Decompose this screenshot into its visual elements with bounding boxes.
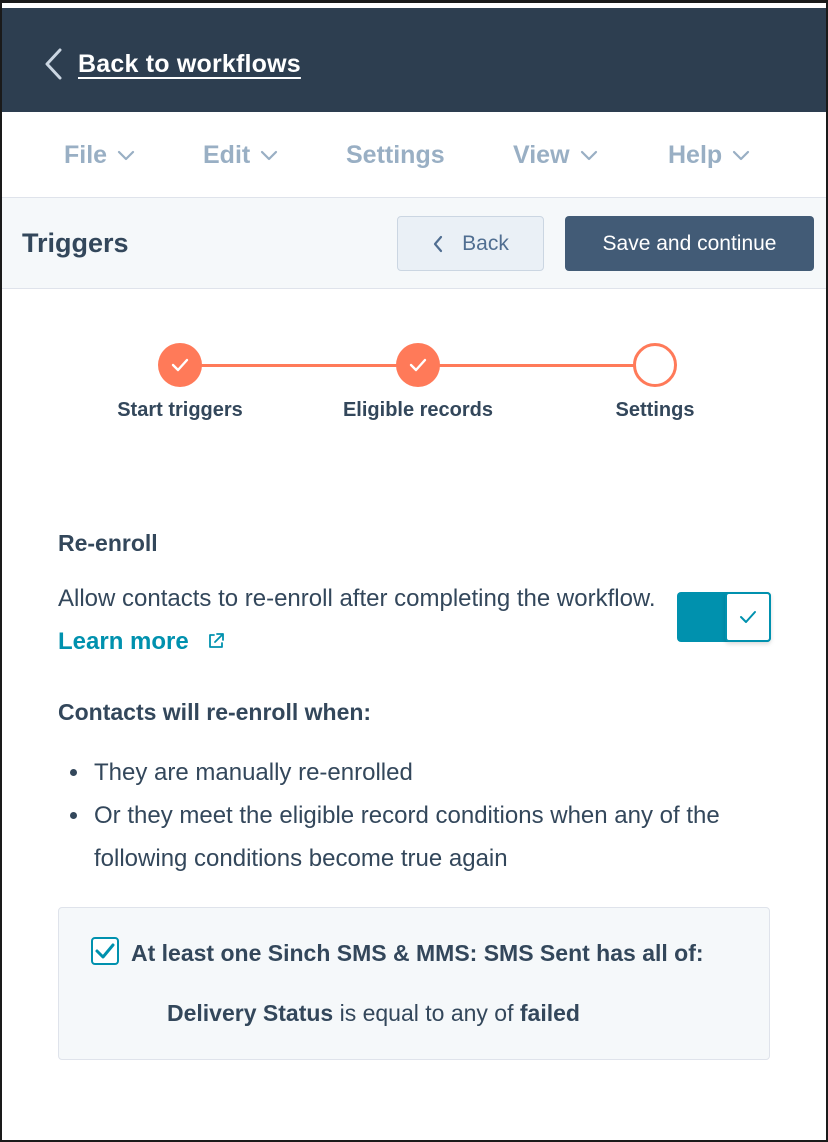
chevron-down-icon [117, 150, 135, 161]
reenroll-description: Allow contacts to re-enroll after comple… [58, 577, 658, 663]
check-icon [409, 358, 427, 372]
step-3-label: Settings [615, 399, 695, 421]
condition-property: Delivery Status [167, 1000, 334, 1026]
top-navigation-bar: Back to workflows [2, 8, 826, 112]
learn-more-link[interactable]: Learn more [58, 628, 189, 655]
back-to-workflows-link[interactable]: Back to workflows [42, 44, 301, 84]
conditions-heading: Contacts will re-enroll when: [58, 699, 372, 725]
menu-file[interactable]: File [64, 140, 135, 170]
step-2-complete[interactable] [396, 343, 440, 387]
menu-edit-label: Edit [203, 140, 251, 169]
conditions-list: They are manually re-enrolled Or they me… [70, 751, 770, 880]
step-3-current[interactable] [633, 343, 677, 387]
back-button[interactable]: Back [397, 216, 544, 271]
menu-bar: File Edit Settings View Help [2, 112, 826, 198]
menu-view[interactable]: View [513, 140, 598, 170]
menu-help-label: Help [668, 140, 723, 169]
menu-edit[interactable]: Edit [203, 140, 278, 170]
step-1-label: Start triggers [117, 399, 243, 421]
condition-value: failed [519, 1000, 580, 1026]
chevron-down-icon [261, 150, 278, 161]
condition-box: At least one Sinch SMS & MMS: SMS Sent h… [58, 907, 770, 1060]
check-icon [171, 358, 189, 372]
condition-operator: is equal to any of [339, 1000, 514, 1026]
list-item: Or they meet the eligible record conditi… [70, 794, 770, 880]
condition-checkbox[interactable] [91, 937, 119, 965]
step-2-label: Eligible records [342, 399, 494, 421]
chevron-left-icon [434, 235, 443, 252]
external-link-icon[interactable] [207, 632, 225, 650]
reenroll-title: Re-enroll [58, 530, 158, 556]
back-button-label: Back [462, 231, 509, 255]
chevron-left-icon [45, 48, 62, 80]
workflow-settings-page: Back to workflows File Edit Settings Vie… [0, 0, 828, 1142]
menu-view-label: View [513, 140, 570, 169]
step-connector [180, 364, 418, 367]
step-1-complete[interactable] [158, 343, 202, 387]
list-item: They are manually re-enrolled [70, 751, 770, 794]
condition-detail: Delivery Status is equal to any of faile… [167, 1000, 580, 1027]
chevron-down-icon [733, 150, 750, 161]
reenroll-description-text: Allow contacts to re-enroll after comple… [58, 585, 656, 612]
save-button-label: Save and continue [602, 231, 777, 255]
check-icon [95, 943, 115, 959]
page-title: Triggers [22, 228, 129, 258]
toggle-knob [725, 592, 771, 642]
menu-settings[interactable]: Settings [346, 140, 445, 170]
menu-settings-label: Settings [346, 140, 445, 169]
chevron-down-icon [580, 150, 597, 161]
progress-stepper: Start triggers Eligible records Settings [2, 333, 826, 433]
check-icon [740, 611, 756, 623]
menu-help[interactable]: Help [668, 140, 750, 170]
page-header: Triggers Back Save and continue [2, 198, 826, 289]
step-connector [418, 364, 655, 367]
save-and-continue-button[interactable]: Save and continue [565, 216, 814, 271]
reenroll-toggle[interactable] [677, 592, 771, 642]
back-to-workflows-label: Back to workflows [78, 49, 301, 78]
condition-title: At least one Sinch SMS & MMS: SMS Sent h… [131, 940, 704, 966]
menu-file-label: File [64, 140, 108, 169]
